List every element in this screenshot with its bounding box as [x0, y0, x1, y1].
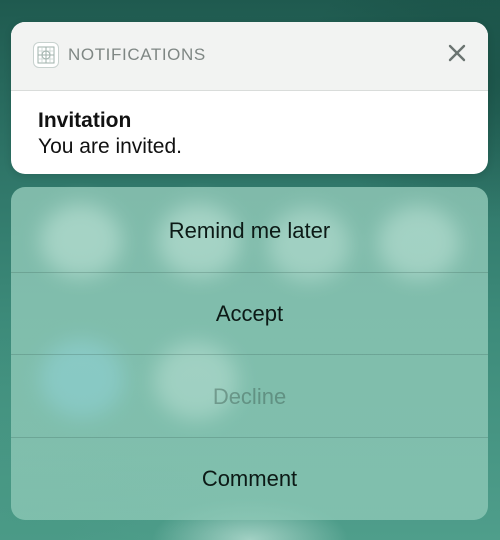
app-name: NOTIFICATIONS	[68, 45, 206, 64]
accept-button[interactable]: Accept	[11, 272, 488, 355]
close-button[interactable]	[442, 38, 472, 68]
comment-button[interactable]: Comment	[11, 437, 488, 520]
close-icon	[448, 44, 466, 62]
app-grid-icon	[33, 42, 59, 68]
decline-button[interactable]: Decline	[11, 355, 488, 438]
notification-card[interactable]: NOTIFICATIONS Invitation You are invited…	[11, 22, 488, 174]
notification-header: NOTIFICATIONS	[11, 22, 488, 91]
notification-body: You are invited.	[38, 135, 182, 158]
notification-title: Invitation	[38, 109, 132, 132]
action-sheet: Remind me later Accept Decline Comment	[11, 187, 488, 520]
remind-me-later-button[interactable]: Remind me later	[11, 189, 488, 272]
